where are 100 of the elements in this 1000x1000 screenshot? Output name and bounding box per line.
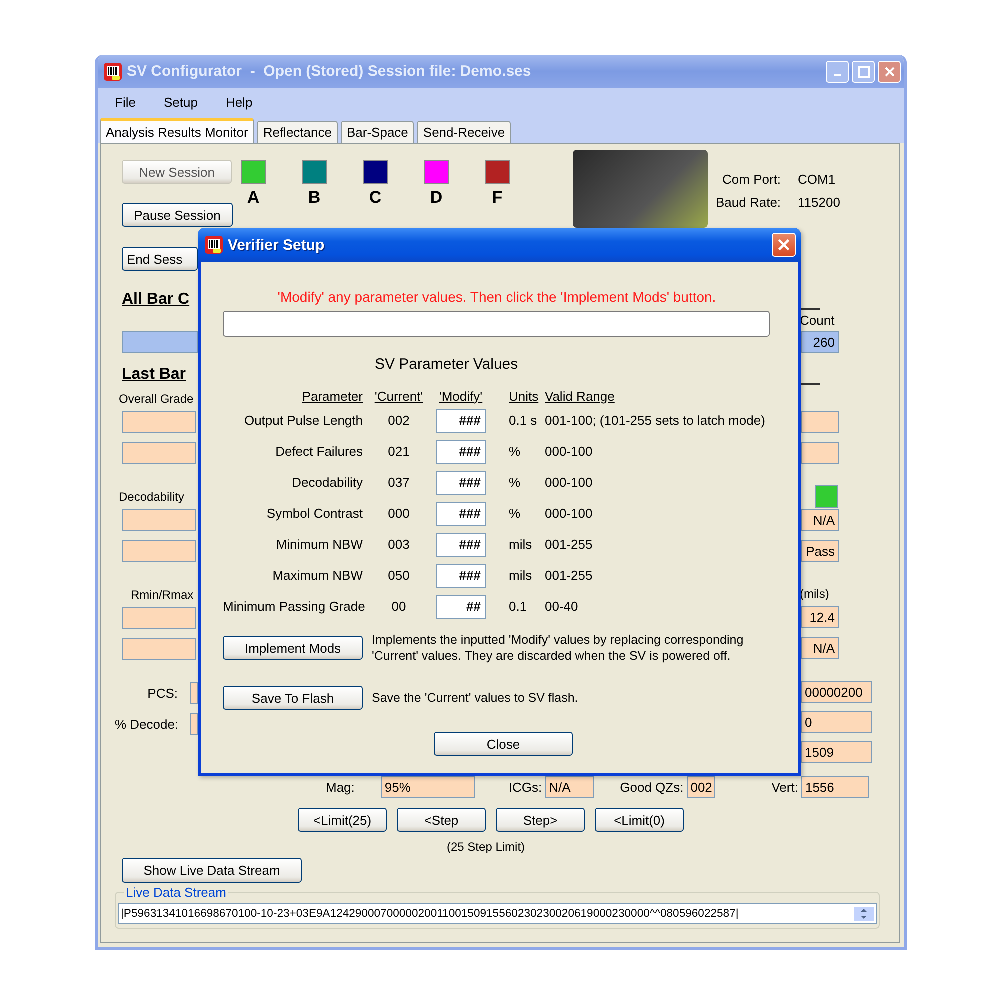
modify-field[interactable]: ### bbox=[436, 564, 486, 588]
step-button[interactable]: <Step bbox=[397, 808, 486, 832]
step-button[interactable]: Step> bbox=[496, 808, 585, 832]
section-title: SV Parameter Values bbox=[375, 356, 518, 373]
readout-field: N/A bbox=[801, 509, 839, 531]
field-label: Decodability bbox=[119, 490, 184, 504]
units-text: 0.1 bbox=[508, 599, 528, 614]
close-button[interactable] bbox=[878, 60, 901, 82]
field-label: Overall Grade bbox=[119, 392, 194, 406]
readout-field: Pass bbox=[801, 540, 839, 562]
range-text: 001-255 bbox=[544, 568, 594, 583]
current-value: 002 bbox=[387, 413, 411, 428]
parameter-name: Output Pulse Length bbox=[243, 413, 364, 428]
readout-field: 002 bbox=[686, 776, 715, 798]
modify-field[interactable]: ### bbox=[436, 408, 486, 432]
column-header: 'Modify' bbox=[438, 388, 484, 404]
grade-letter: A bbox=[247, 188, 260, 208]
barcode-icon bbox=[204, 235, 224, 255]
section-heading: Last Bar bbox=[122, 366, 186, 383]
grade-letter: D bbox=[430, 188, 443, 208]
readout-field: N/A bbox=[801, 637, 839, 659]
minimize-button[interactable] bbox=[826, 60, 849, 82]
session-button[interactable]: Pause Session bbox=[122, 203, 233, 227]
menu-item[interactable]: File bbox=[113, 94, 148, 110]
readout-field bbox=[801, 411, 839, 433]
close-dialog-button[interactable]: Close bbox=[434, 732, 573, 756]
menu-item[interactable]: Setup bbox=[162, 94, 210, 110]
spin-arrows-icon[interactable] bbox=[854, 906, 874, 920]
modify-field[interactable]: ### bbox=[436, 532, 486, 556]
readout-label: Mag: bbox=[326, 780, 355, 794]
action-button[interactable]: Save To Flash bbox=[223, 686, 363, 710]
section-heading: All Bar C bbox=[122, 291, 190, 308]
current-value: 050 bbox=[387, 568, 411, 583]
input-field[interactable] bbox=[223, 311, 770, 337]
grade-letter: C bbox=[369, 188, 382, 208]
tab[interactable]: Bar-Space bbox=[340, 121, 414, 143]
modify-field[interactable]: ### bbox=[436, 470, 486, 494]
close-button[interactable] bbox=[772, 233, 796, 257]
window-title: SV Configurator - Open (Stored) Session file: Demo.ses bbox=[127, 63, 532, 80]
tab[interactable]: Send-Receive bbox=[417, 121, 512, 143]
units-text: mils bbox=[508, 537, 534, 552]
field-label: PCS: bbox=[146, 686, 178, 700]
readout-label: ICGs: bbox=[508, 780, 542, 794]
units-text: 0.1 s bbox=[508, 413, 538, 428]
parameter-name: Decodability bbox=[291, 475, 364, 490]
readout-field: 12.4 bbox=[801, 606, 839, 628]
maximize-button[interactable] bbox=[852, 60, 875, 82]
range-text: 001-100; (101-255 sets to latch mode) bbox=[544, 413, 766, 428]
unit-label: (mils) bbox=[800, 587, 830, 601]
connection-label: Com Port: bbox=[722, 172, 782, 187]
connection-label: Baud Rate: bbox=[716, 195, 782, 210]
step-button[interactable]: <Limit(0) bbox=[595, 808, 684, 832]
column-header: 'Current' bbox=[374, 388, 424, 404]
step-button[interactable]: <Limit(25) bbox=[298, 808, 387, 832]
close-icon[interactable] bbox=[884, 66, 894, 76]
instruction-text: 'Modify' any parameter values. Then click the 'Implement Mods' button. bbox=[276, 289, 718, 305]
session-button[interactable]: End Sess bbox=[122, 247, 198, 271]
connection-value: 115200 bbox=[798, 195, 840, 210]
current-value: 021 bbox=[387, 444, 411, 459]
tab[interactable]: Analysis Results Monitor bbox=[100, 118, 254, 143]
range-text: 000-100 bbox=[544, 506, 594, 521]
range-text: 000-100 bbox=[544, 475, 594, 490]
readout-field: 0 bbox=[801, 711, 872, 733]
current-value: 000 bbox=[387, 506, 411, 521]
units-text: % bbox=[508, 506, 522, 521]
close-icon[interactable] bbox=[778, 239, 790, 251]
grade-letter: F bbox=[492, 188, 503, 208]
maximize-icon[interactable] bbox=[858, 66, 870, 78]
field-label: % Decode: bbox=[115, 716, 178, 732]
parameter-name: Maximum NBW bbox=[272, 568, 364, 583]
parameter-name: Minimum NBW bbox=[275, 537, 364, 552]
readout-field: 1556 bbox=[801, 776, 870, 798]
column-header: Count bbox=[800, 314, 835, 328]
readout-field bbox=[190, 682, 198, 704]
range-text: 001-255 bbox=[544, 537, 594, 552]
barcode-icon bbox=[103, 62, 123, 82]
units-text: % bbox=[508, 444, 522, 459]
readout-field: 1509 bbox=[801, 741, 872, 763]
menu-item[interactable]: Help bbox=[224, 94, 265, 110]
column-header: Valid Range bbox=[544, 388, 616, 404]
parameter-name: Defect Failures bbox=[274, 444, 364, 459]
units-text: mils bbox=[508, 568, 534, 583]
modify-field[interactable]: ### bbox=[436, 502, 486, 526]
column-header: Units bbox=[508, 388, 540, 404]
range-text: 00-40 bbox=[544, 599, 580, 614]
field-label: Rmin/Rmax bbox=[131, 588, 194, 602]
show-stream-button[interactable]: Show Live Data Stream bbox=[122, 858, 302, 883]
step-limit-note: (25 Step Limit) bbox=[447, 840, 526, 854]
current-value: 037 bbox=[387, 475, 411, 490]
modify-field[interactable]: ### bbox=[436, 440, 486, 464]
parameter-name: Symbol Contrast bbox=[266, 506, 364, 521]
connection-value: COM1 bbox=[798, 172, 837, 187]
stream-field[interactable]: |P59631341016698670100-10-23+03E9A124290007000002001100150915560230230020619000230000^^080596022587| bbox=[118, 903, 877, 924]
readout-field bbox=[190, 713, 198, 735]
range-text: 000-100 bbox=[544, 444, 594, 459]
action-button[interactable]: Implement Mods bbox=[223, 636, 363, 660]
tab[interactable]: Reflectance bbox=[257, 121, 338, 143]
group-legend: Live Data Stream bbox=[124, 885, 228, 900]
modify-field[interactable]: ## bbox=[436, 594, 486, 618]
readout-field: N/A bbox=[545, 776, 594, 798]
